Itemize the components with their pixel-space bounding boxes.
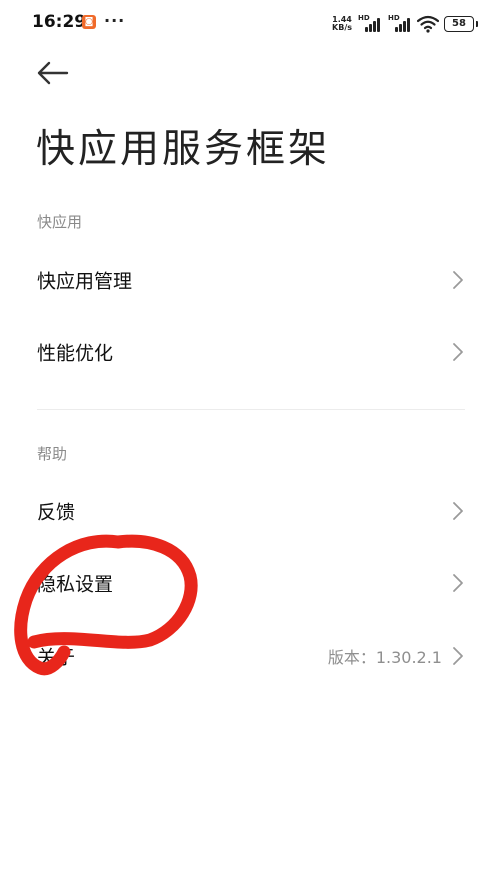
section-label-help: 帮助 — [37, 445, 68, 463]
chevron-right-icon — [453, 343, 463, 361]
version-value: 版本：1.30.2.1 — [327, 648, 442, 667]
battery-icon: 58 — [444, 16, 478, 32]
row-performance-optimization[interactable]: 性能优化 — [0, 316, 500, 388]
arrow-left-icon[interactable] — [36, 58, 70, 88]
section-divider — [37, 409, 465, 410]
more-notifications-icon: ··· — [104, 11, 126, 30]
status-time: 16:29 — [32, 12, 87, 32]
notification-app-icon: ◙ — [82, 15, 96, 29]
network-speed: 1.44 KB/s — [332, 16, 352, 32]
row-privacy-settings[interactable]: 隐私设置 — [0, 547, 500, 619]
page-title: 快应用服务框架 — [36, 127, 331, 172]
row-label: 快应用管理 — [37, 270, 133, 293]
section-label-quick-app: 快应用 — [37, 213, 83, 231]
row-label: 反馈 — [37, 501, 76, 524]
signal-2-hd-label: HD — [388, 14, 400, 22]
row-feedback[interactable]: 反馈 — [0, 475, 500, 547]
row-quick-app-management[interactable]: 快应用管理 — [0, 244, 500, 316]
row-label: 关于 — [37, 646, 76, 669]
row-about[interactable]: 关于 版本：1.30.2.1 — [0, 620, 500, 692]
status-right-group: 1.44 KB/s HD HD 58 — [332, 13, 478, 35]
chevron-right-icon — [453, 574, 463, 592]
row-label: 性能优化 — [37, 342, 114, 365]
signal-1-icon: HD — [357, 14, 382, 33]
signal-1-hd-label: HD — [358, 14, 370, 22]
chevron-right-icon — [453, 502, 463, 520]
row-label: 隐私设置 — [37, 573, 114, 596]
signal-2-icon: HD — [387, 14, 412, 33]
chevron-right-icon — [453, 271, 463, 289]
wifi-icon — [417, 15, 439, 33]
status-bar: 16:29 ◙ ··· 1.44 KB/s HD HD 58 — [0, 0, 500, 48]
network-speed-unit: KB/s — [332, 23, 352, 32]
chevron-right-icon — [453, 647, 463, 665]
